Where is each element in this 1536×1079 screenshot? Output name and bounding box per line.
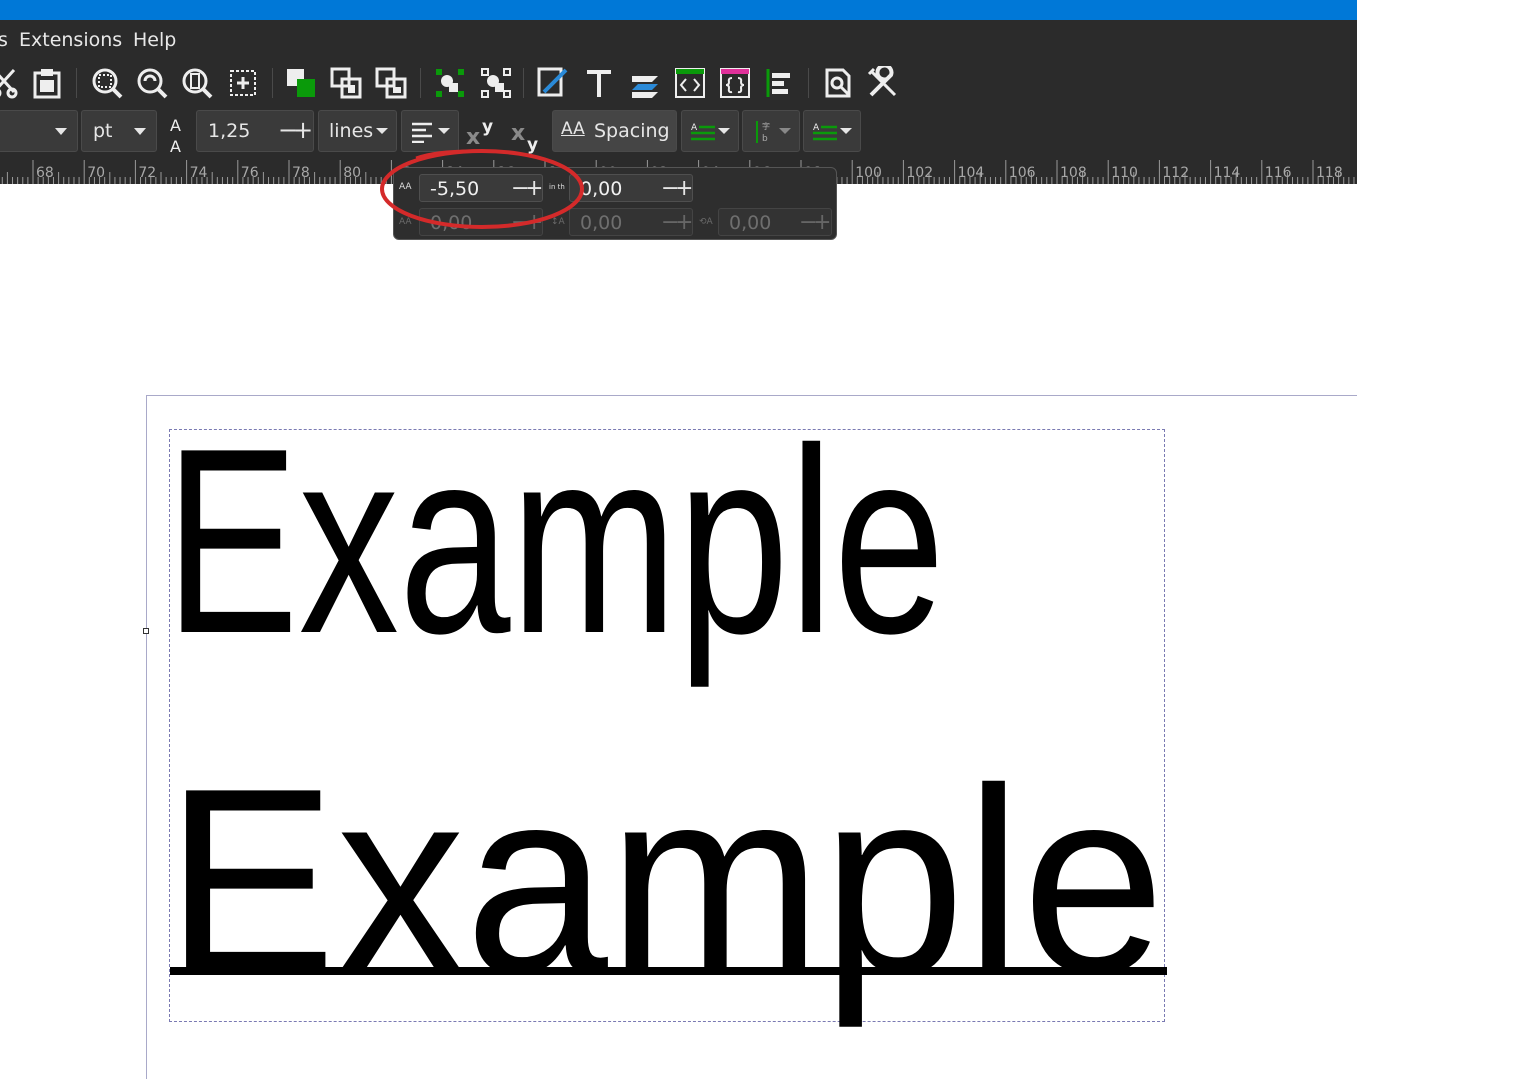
example-text-normal[interactable]: Example bbox=[165, 733, 1167, 1030]
word-spacing-increment[interactable]: + bbox=[675, 178, 693, 200]
rotate-value: 0,00 bbox=[729, 212, 772, 234]
text-underline bbox=[170, 967, 1167, 975]
example-text-tight[interactable]: Example bbox=[165, 393, 945, 690]
example-text-line2-glyph: Example bbox=[165, 733, 1165, 1030]
highlight-ellipse bbox=[380, 149, 584, 229]
character-rotation-spinbox[interactable]: 0,00 − + bbox=[718, 208, 832, 236]
example-text-line1-glyph: Example bbox=[165, 393, 945, 690]
text-object[interactable]: Example Example bbox=[0, 0, 1357, 1079]
rotate-increment[interactable]: + bbox=[813, 212, 831, 234]
inkscape-window: s Extensions Help pt A A 1,25 − + lines … bbox=[0, 0, 1357, 1079]
rotate-icon: ⟲A bbox=[699, 217, 713, 227]
dy-increment[interactable]: + bbox=[675, 212, 693, 234]
